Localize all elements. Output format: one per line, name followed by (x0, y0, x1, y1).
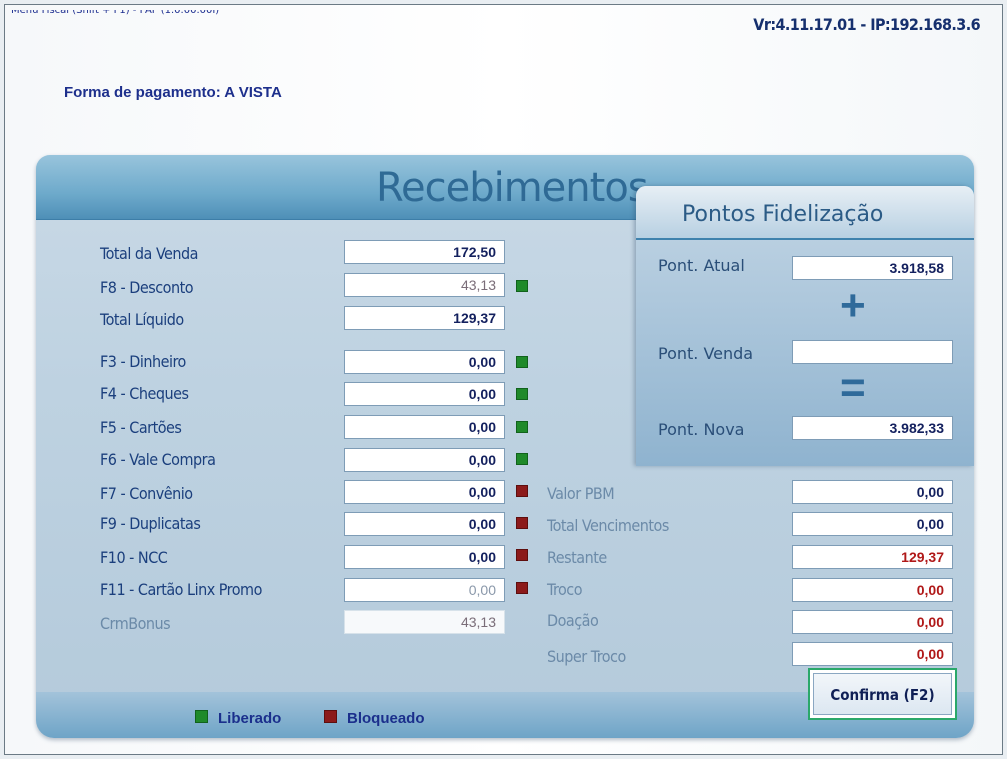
legend-liberado-label: Liberado (218, 710, 282, 727)
convenio-field[interactable]: 0,00 (344, 480, 505, 504)
label-ncc: F10 - NCC (100, 548, 168, 567)
status-bloqueado-indicator (516, 582, 528, 594)
label-restante: Restante (547, 548, 607, 567)
status-liberado-indicator (516, 453, 528, 465)
super-troco-field[interactable]: 0,00 (792, 642, 953, 666)
troco-field: 0,00 (792, 578, 953, 602)
duplicatas-field[interactable]: 0,00 (344, 512, 505, 536)
recebimentos-title: Recebimentos (376, 165, 649, 211)
payment-method-label: Forma de pagamento: A VISTA (64, 84, 282, 101)
equals-icon: = (840, 363, 866, 412)
label-desconto: F8 - Desconto (100, 278, 194, 297)
label-convenio: F7 - Convênio (100, 484, 193, 503)
label-cheques: F4 - Cheques (100, 384, 189, 403)
status-liberado-indicator (516, 280, 528, 292)
confirma-button-label[interactable]: Confirma (F2) (813, 673, 952, 715)
label-duplicatas: F9 - Duplicatas (100, 514, 201, 533)
total-liquido-field: 129,37 (344, 306, 505, 330)
window-title[interactable]: Menu Fiscal (Shift + F1) - PAF (1.0.00.0… (11, 10, 219, 17)
label-pont-atual: Pont. Atual (658, 256, 745, 275)
status-bloqueado-indicator (516, 485, 528, 497)
legend-bloqueado-label: Bloqueado (347, 710, 425, 727)
crmbonus-field: 43,13 (344, 610, 505, 634)
pontos-fidelizacao-panel: Pontos Fidelização Pont. Atual 3.918,58 … (636, 186, 974, 466)
vale-compra-field[interactable]: 0,00 (344, 448, 505, 472)
dinheiro-field[interactable]: 0,00 (344, 350, 505, 374)
ncc-field[interactable]: 0,00 (344, 545, 505, 569)
label-troco: Troco (547, 580, 583, 599)
label-cartoes: F5 - Cartões (100, 418, 182, 437)
status-liberado-indicator (516, 356, 528, 368)
cheques-field[interactable]: 0,00 (344, 382, 505, 406)
label-super-troco: Super Troco (547, 647, 626, 666)
label-vale-compra: F6 - Vale Compra (100, 450, 216, 469)
cartoes-field[interactable]: 0,00 (344, 415, 505, 439)
plus-icon: + (840, 281, 866, 330)
doacao-field[interactable]: 0,00 (792, 610, 953, 634)
cartao-linx-promo-field[interactable]: 0,00 (344, 578, 505, 602)
label-pont-venda: Pont. Venda (658, 344, 754, 363)
label-dinheiro: F3 - Dinheiro (100, 352, 186, 371)
status-liberado-indicator (516, 421, 528, 433)
version-info: Vr:4.11.17.01 - IP:192.168.3.6 (753, 15, 980, 34)
desconto-field[interactable]: 43,13 (344, 273, 505, 297)
valor-pbm-field: 0,00 (792, 480, 953, 504)
label-total-venda: Total da Venda (100, 244, 198, 263)
total-venda-field: 172,50 (344, 240, 505, 264)
pont-atual-field: 3.918,58 (792, 256, 953, 280)
status-bloqueado-indicator (516, 549, 528, 561)
legend-bloqueado-swatch (324, 710, 337, 723)
label-crmbonus: CrmBonus (100, 614, 171, 633)
label-pont-nova: Pont. Nova (658, 420, 745, 439)
pont-venda-field[interactable] (792, 340, 953, 364)
pont-nova-field: 3.982,33 (792, 416, 953, 440)
label-doacao: Doação (547, 611, 599, 630)
label-total-liquido: Total Líquido (100, 310, 184, 329)
label-valor-pbm: Valor PBM (547, 484, 615, 503)
total-vencimentos-field: 0,00 (792, 512, 953, 536)
label-total-vencimentos: Total Vencimentos (547, 516, 669, 535)
status-bloqueado-indicator (516, 517, 528, 529)
confirma-button[interactable]: Confirma (F2) (808, 668, 957, 720)
pontos-title: Pontos Fidelização (682, 202, 884, 227)
status-liberado-indicator (516, 388, 528, 400)
legend-liberado-swatch (195, 710, 208, 723)
label-cartao-linx-promo: F11 - Cartão Linx Promo (100, 580, 262, 599)
restante-field: 129,37 (792, 545, 953, 569)
